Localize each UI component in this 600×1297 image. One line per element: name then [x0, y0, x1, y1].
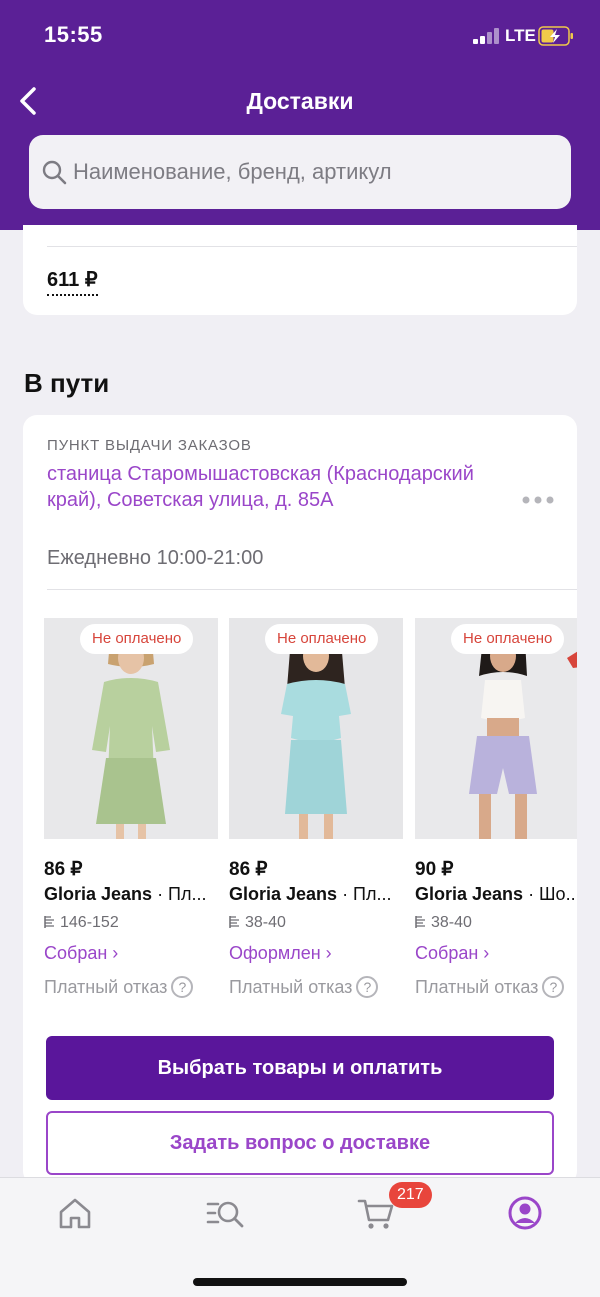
previous-delivery-card: 611 ₽ [23, 225, 577, 315]
product-size: 38-40 [415, 914, 472, 932]
product-title: · Пл... [337, 884, 392, 904]
catalog-search-icon[interactable] [205, 1193, 245, 1233]
unpaid-badge: Не оплачено [80, 624, 194, 654]
app-header: 15:55 LTE Доставки [0, 0, 600, 230]
home-indicator [193, 1278, 407, 1286]
product-image[interactable]: Не оплачено [44, 618, 218, 839]
product-price: 86 ₽ [44, 859, 83, 880]
paid-refusal-info[interactable]: Платный отказ? [229, 976, 379, 998]
product-price: 86 ₽ [229, 859, 268, 880]
question-icon[interactable]: ? [356, 976, 379, 998]
paid-refusal-info[interactable]: Платный отказ? [44, 976, 194, 998]
product-brand: Gloria Jeans [44, 884, 153, 904]
product-title: · Пл... [152, 884, 207, 904]
product-name[interactable]: Gloria Jeans · Шо... [415, 884, 577, 905]
order-status-link[interactable]: Собран › [415, 943, 489, 964]
signal-icon [473, 28, 501, 44]
question-icon[interactable]: ? [542, 976, 565, 998]
paid-refusal-label: Платный отказ [44, 977, 168, 997]
status-time: 15:55 [44, 22, 103, 47]
total-price[interactable]: 611 ₽ [47, 267, 98, 296]
paid-refusal-label: Платный отказ [229, 977, 353, 997]
battery-icon [538, 26, 573, 46]
paid-refusal-info[interactable]: Платный отказ? [415, 976, 565, 998]
search-input[interactable] [73, 155, 553, 189]
order-status-link[interactable]: Собран › [44, 943, 118, 964]
divider [47, 589, 577, 590]
pickup-address[interactable]: станица Старомышастовская (Краснодарский… [47, 461, 497, 513]
product-size-value: 146-152 [60, 914, 119, 931]
product-brand: Gloria Jeans [415, 884, 524, 904]
ask-delivery-question-button[interactable]: Задать вопрос о доставке [46, 1111, 554, 1175]
product-title: · Шо... [523, 884, 577, 904]
product-size-value: 38-40 [245, 914, 286, 931]
product-brand: Gloria Jeans [229, 884, 338, 904]
search-bar[interactable] [29, 135, 571, 209]
home-icon[interactable] [55, 1193, 95, 1233]
network-type: LTE [505, 26, 536, 45]
product-size: 38-40 [229, 914, 286, 932]
product-size-value: 38-40 [431, 914, 472, 931]
order-status-link[interactable]: Оформлен › [229, 943, 332, 964]
paid-refusal-label: Платный отказ [415, 977, 539, 997]
select-and-pay-button[interactable]: Выбрать товары и оплатить [46, 1036, 554, 1100]
more-options-icon[interactable] [521, 493, 555, 507]
size-icon [44, 916, 54, 928]
pickup-point-label: ПУНКТ ВЫДАЧИ ЗАКАЗОВ [47, 437, 252, 454]
product-image[interactable]: Не оплачено [415, 618, 577, 839]
size-icon [415, 916, 425, 928]
unpaid-badge: Не оплачено [265, 624, 379, 654]
product-name[interactable]: Gloria Jeans · Пл... [229, 884, 403, 905]
section-title-in-transit: В пути [24, 368, 110, 398]
product-name[interactable]: Gloria Jeans · Пл... [44, 884, 218, 905]
size-icon [229, 916, 239, 928]
unpaid-badge: Не оплачено [451, 624, 565, 654]
profile-icon[interactable] [505, 1193, 545, 1233]
page-title: Доставки [246, 88, 354, 114]
product-size: 146-152 [44, 914, 119, 932]
product-price: 90 ₽ [415, 859, 454, 880]
working-hours: Ежедневно 10:00-21:00 [47, 547, 264, 569]
question-icon[interactable]: ? [171, 976, 194, 998]
divider [47, 246, 577, 247]
cart-count-badge: 217 [389, 1182, 432, 1208]
product-image[interactable]: Не оплачено [229, 618, 403, 839]
search-icon [42, 160, 67, 185]
delivery-card: ПУНКТ ВЫДАЧИ ЗАКАЗОВ станица Старомышаст… [23, 415, 577, 1185]
